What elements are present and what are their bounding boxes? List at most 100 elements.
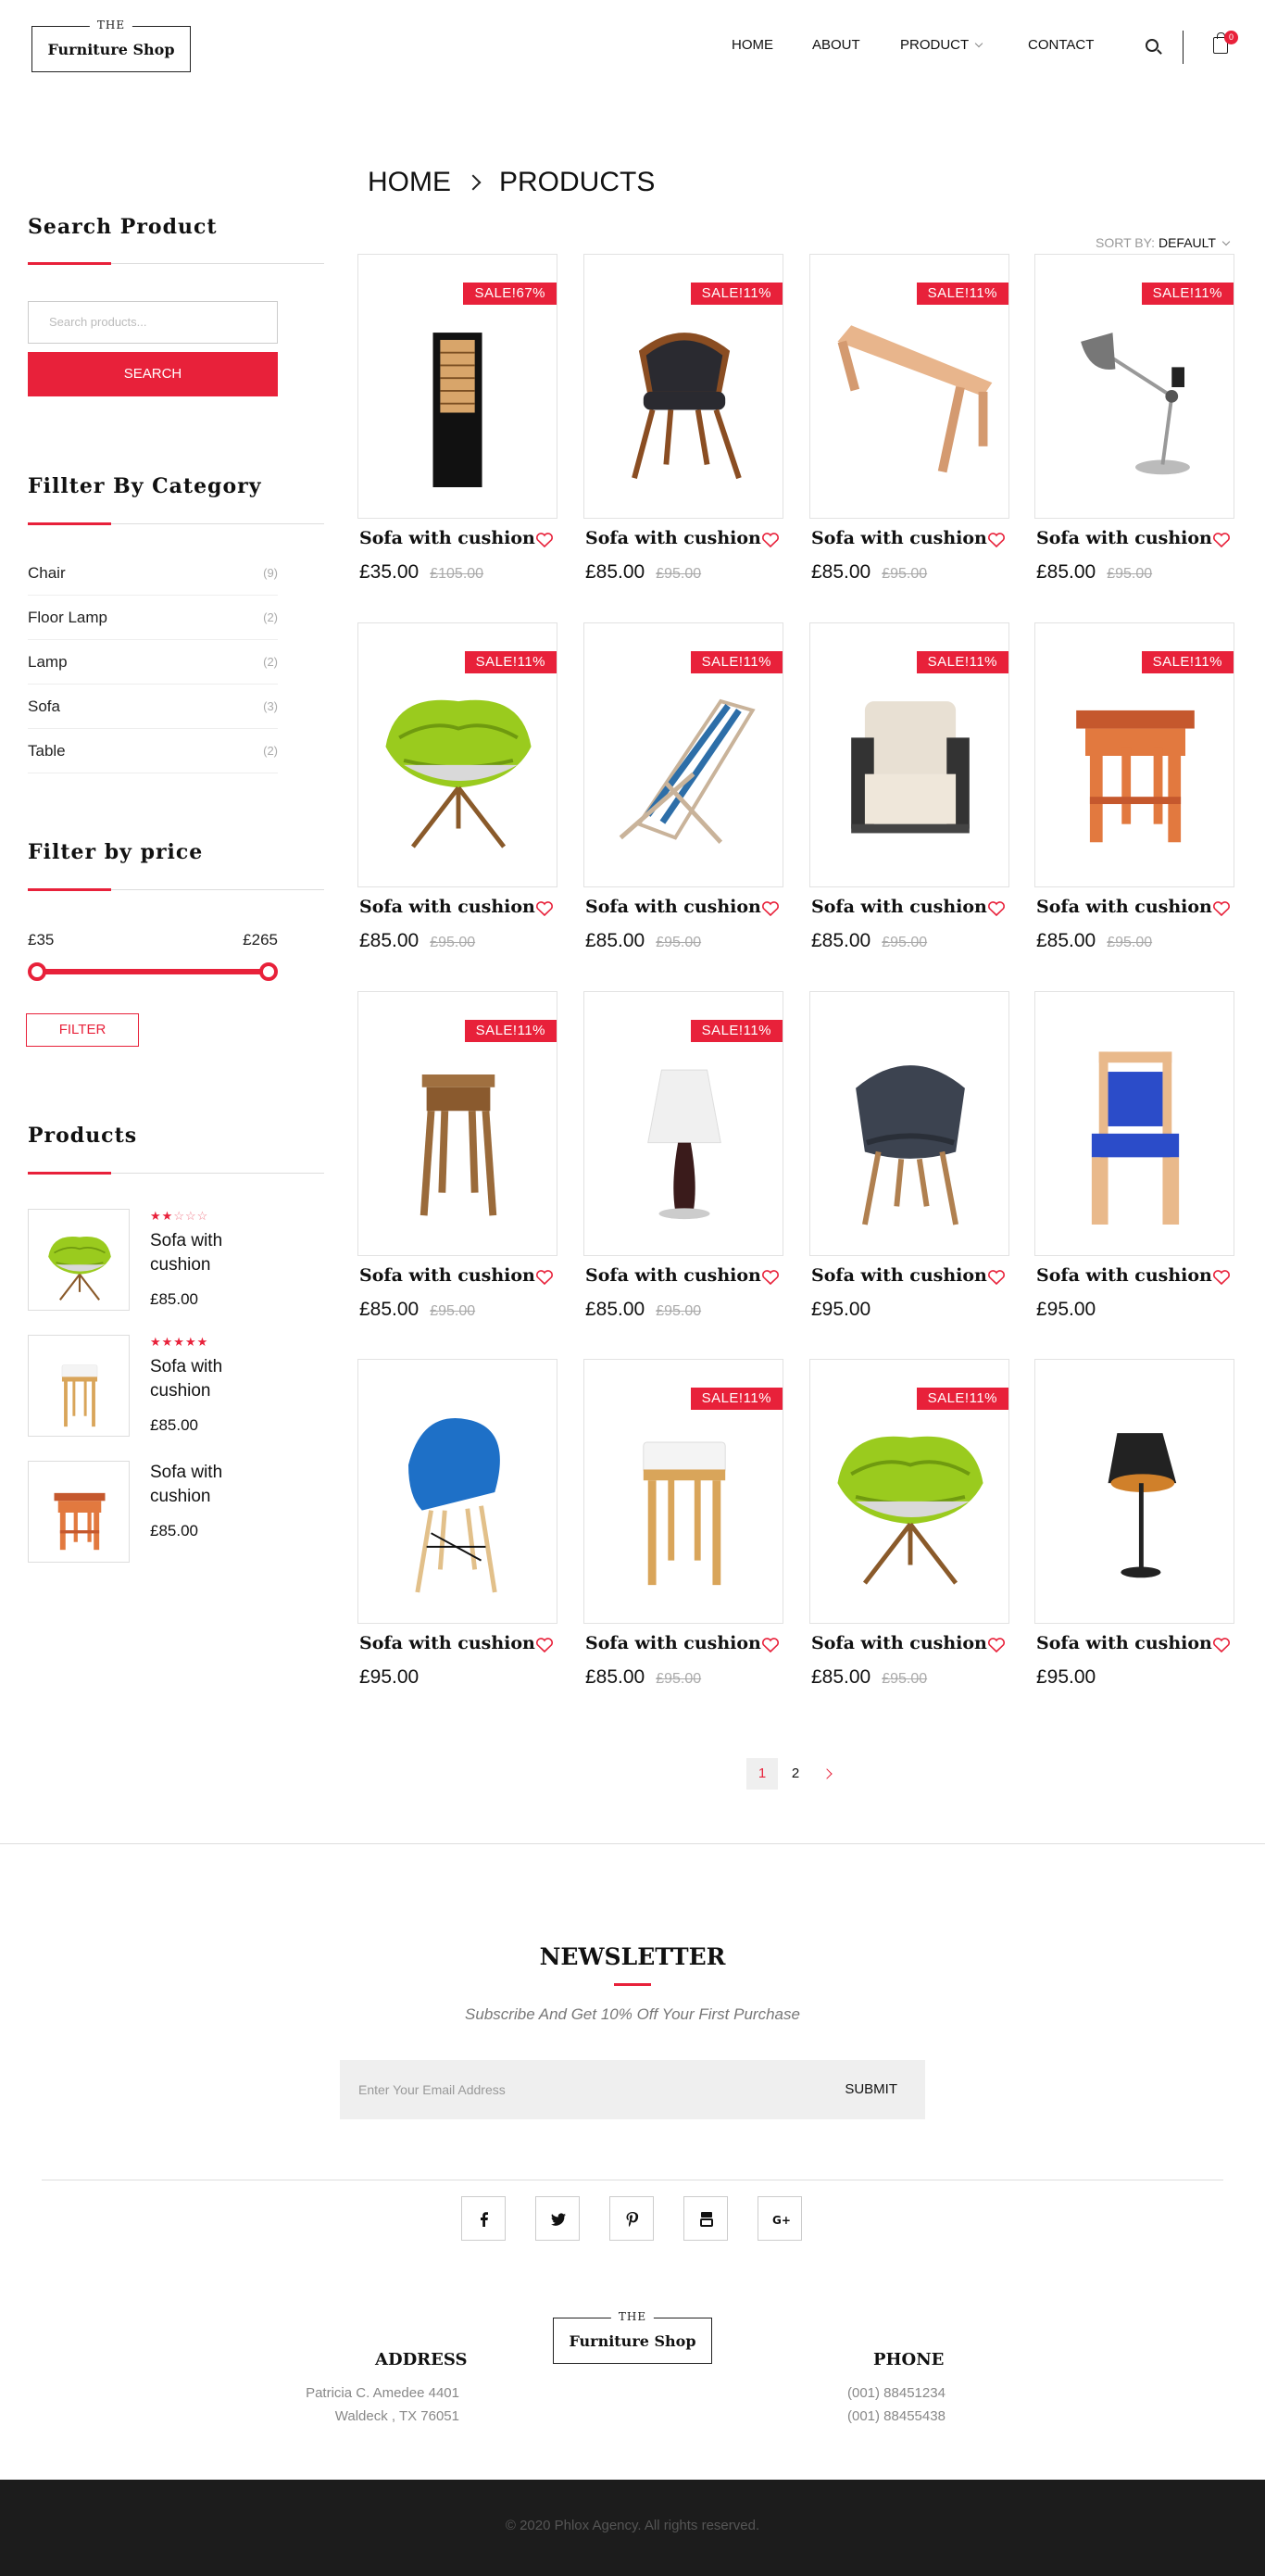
category-label: Floor Lamp bbox=[28, 609, 107, 626]
old-price: £95.00 bbox=[656, 566, 702, 582]
sidebar-product[interactable]: ★★☆☆☆ Sofa with cushion £85.00 bbox=[28, 1209, 324, 1313]
product-thumbnail[interactable] bbox=[28, 1209, 130, 1311]
old-price: £95.00 bbox=[882, 566, 928, 582]
sidebar-product-name[interactable]: Sofa with cushion bbox=[150, 1355, 270, 1403]
footer-logo[interactable]: THE Furniture Shop bbox=[553, 2310, 712, 2364]
sort-label: SORT BY: bbox=[1096, 235, 1156, 250]
page-1[interactable]: 1 bbox=[746, 1758, 778, 1790]
breadcrumb-home[interactable]: HOME bbox=[368, 167, 451, 197]
heart-icon[interactable] bbox=[1212, 532, 1231, 548]
heart-icon[interactable] bbox=[535, 1637, 554, 1653]
product-title[interactable]: Sofa with cushion bbox=[1036, 897, 1212, 917]
category-item[interactable]: Lamp (2) bbox=[28, 640, 278, 685]
sort-dropdown[interactable]: SORT BY: DEFAULT bbox=[1096, 235, 1231, 250]
product-title[interactable]: Sofa with cushion bbox=[811, 1633, 987, 1653]
product-title[interactable]: Sofa with cushion bbox=[359, 1265, 535, 1286]
heart-icon[interactable] bbox=[987, 1637, 1006, 1653]
search-input[interactable]: Search products... bbox=[28, 301, 278, 344]
product-title[interactable]: Sofa with cushion bbox=[359, 528, 535, 548]
site-header: THE Furniture Shop HOME ABOUT PRODUCT CO… bbox=[0, 0, 1265, 96]
product-image[interactable]: SALE!11% bbox=[809, 622, 1009, 887]
product-title[interactable]: Sofa with cushion bbox=[1036, 1265, 1212, 1286]
product-image[interactable] bbox=[1034, 991, 1234, 1256]
email-field[interactable]: Enter Your Email Address bbox=[358, 2060, 506, 2119]
price-slider-max-handle[interactable] bbox=[259, 962, 278, 981]
search-button[interactable]: SEARCH bbox=[28, 352, 278, 396]
product-title[interactable]: Sofa with cushion bbox=[585, 528, 761, 548]
product-title[interactable]: Sofa with cushion bbox=[585, 1633, 761, 1653]
nav-home[interactable]: HOME bbox=[732, 37, 773, 53]
section-divider bbox=[28, 888, 324, 891]
pinterest-icon[interactable] bbox=[609, 2196, 654, 2241]
product-image[interactable]: SALE!11% bbox=[1034, 254, 1234, 519]
google-plus-icon[interactable]: G+ bbox=[758, 2196, 802, 2241]
black-lamp-image bbox=[1108, 1433, 1177, 1578]
product-image[interactable]: SALE!11% bbox=[357, 622, 557, 887]
heart-icon[interactable] bbox=[1212, 1269, 1231, 1286]
twitter-icon[interactable] bbox=[535, 2196, 580, 2241]
site-logo[interactable]: THE Furniture Shop bbox=[31, 19, 191, 72]
heart-icon[interactable] bbox=[1212, 1637, 1231, 1653]
category-item[interactable]: Table (2) bbox=[28, 729, 278, 773]
product-title[interactable]: Sofa with cushion bbox=[359, 1633, 535, 1653]
heart-icon[interactable] bbox=[1212, 900, 1231, 917]
heart-icon[interactable] bbox=[761, 1637, 780, 1653]
price-min: £35 bbox=[28, 931, 55, 949]
heart-icon[interactable] bbox=[987, 900, 1006, 917]
heart-icon[interactable] bbox=[987, 1269, 1006, 1286]
section-divider bbox=[28, 262, 324, 265]
sidebar-product-name[interactable]: Sofa with cushion bbox=[150, 1229, 270, 1277]
sale-badge: SALE!11% bbox=[464, 1020, 557, 1042]
sidebar-product[interactable]: ★★★★★ Sofa with cushion £85.00 bbox=[28, 1335, 324, 1439]
heart-icon[interactable] bbox=[535, 1269, 554, 1286]
category-item[interactable]: Chair (9) bbox=[28, 551, 278, 596]
product-title[interactable]: Sofa with cushion bbox=[811, 897, 987, 917]
product-price: £85.00 £95.00 bbox=[585, 930, 701, 952]
product-title[interactable]: Sofa with cushion bbox=[1036, 528, 1212, 548]
category-item[interactable]: Sofa (3) bbox=[28, 685, 278, 729]
product-image[interactable] bbox=[357, 1359, 557, 1624]
filter-button[interactable]: FILTER bbox=[26, 1013, 139, 1047]
product-image[interactable]: SALE!11% bbox=[809, 1359, 1009, 1624]
submit-button[interactable]: SUBMIT bbox=[845, 2060, 897, 2119]
product-title[interactable]: Sofa with cushion bbox=[585, 1265, 761, 1286]
product-title[interactable]: Sofa with cushion bbox=[811, 1265, 987, 1286]
product-title[interactable]: Sofa with cushion bbox=[359, 897, 535, 917]
product-image[interactable]: SALE!11% bbox=[583, 1359, 783, 1624]
facebook-icon[interactable] bbox=[461, 2196, 506, 2241]
page-2[interactable]: 2 bbox=[780, 1758, 811, 1790]
product-image[interactable] bbox=[809, 991, 1009, 1256]
heart-icon[interactable] bbox=[535, 900, 554, 917]
sort-value: DEFAULT bbox=[1158, 235, 1216, 250]
product-image[interactable]: SALE!11% bbox=[583, 254, 783, 519]
heart-icon[interactable] bbox=[987, 532, 1006, 548]
heart-icon[interactable] bbox=[761, 1269, 780, 1286]
heart-icon[interactable] bbox=[761, 900, 780, 917]
sidebar-product[interactable]: Sofa with cushion £85.00 bbox=[28, 1461, 324, 1564]
current-price: £85.00 bbox=[585, 561, 645, 583]
next-page-button[interactable] bbox=[811, 1758, 843, 1790]
product-image[interactable]: SALE!67% bbox=[357, 254, 557, 519]
product-thumbnail[interactable] bbox=[28, 1335, 130, 1437]
nav-contact[interactable]: CONTACT bbox=[1028, 37, 1094, 53]
heart-icon[interactable] bbox=[761, 532, 780, 548]
product-title[interactable]: Sofa with cushion bbox=[811, 528, 987, 548]
product-image[interactable]: SALE!11% bbox=[1034, 622, 1234, 887]
product-image[interactable]: SALE!11% bbox=[583, 991, 783, 1256]
sidebar-product-name[interactable]: Sofa with cushion bbox=[150, 1461, 270, 1509]
heart-icon[interactable] bbox=[535, 532, 554, 548]
price-slider-min-handle[interactable] bbox=[28, 962, 46, 981]
price-slider-track[interactable] bbox=[35, 969, 269, 974]
product-title[interactable]: Sofa with cushion bbox=[585, 897, 761, 917]
product-image[interactable] bbox=[1034, 1359, 1234, 1624]
nav-about[interactable]: ABOUT bbox=[812, 37, 860, 53]
product-title[interactable]: Sofa with cushion bbox=[1036, 1633, 1212, 1653]
youtube-icon[interactable] bbox=[683, 2196, 728, 2241]
search-icon[interactable] bbox=[1146, 39, 1159, 52]
category-item[interactable]: Floor Lamp (2) bbox=[28, 596, 278, 640]
product-image[interactable]: SALE!11% bbox=[809, 254, 1009, 519]
product-thumbnail[interactable] bbox=[28, 1461, 130, 1563]
product-image[interactable]: SALE!11% bbox=[357, 991, 557, 1256]
product-image[interactable]: SALE!11% bbox=[583, 622, 783, 887]
nav-product[interactable]: PRODUCT bbox=[900, 37, 983, 53]
